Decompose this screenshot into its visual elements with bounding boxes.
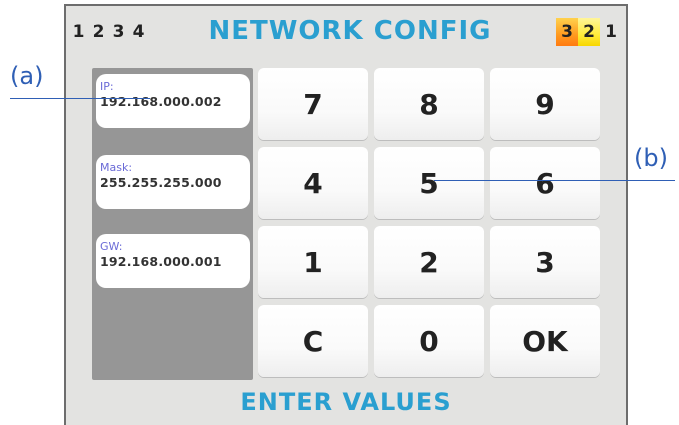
callout-b-label: (b) <box>634 144 668 172</box>
key-7-button[interactable]: 7 <box>258 68 368 140</box>
callout-a-line <box>10 98 150 99</box>
key-3-button[interactable]: 3 <box>490 226 600 298</box>
key-1-button[interactable]: 1 <box>258 226 368 298</box>
ip-value: 192.168.000.002 <box>100 94 222 109</box>
right-tab-numbers: 3 2 1 <box>556 18 622 46</box>
mask-value: 255.255.255.000 <box>100 175 222 190</box>
key-5-button[interactable]: 5 <box>374 147 484 219</box>
status-footer: ENTER VALUES <box>240 388 452 416</box>
key-0-button[interactable]: 0 <box>374 305 484 377</box>
figure: 1 2 3 4 NETWORK CONFIG 3 2 1 IP: 192.168… <box>0 0 679 425</box>
right-tab-2-badge[interactable]: 2 <box>578 18 600 46</box>
mask-field[interactable]: Mask: 255.255.255.000 <box>96 155 250 209</box>
mask-label: Mask: <box>100 161 133 174</box>
left-tab-2[interactable]: 2 <box>92 22 105 42</box>
left-tab-1[interactable]: 1 <box>72 22 85 42</box>
key-6-button[interactable]: 6 <box>490 147 600 219</box>
ip-field[interactable]: IP: 192.168.000.002 <box>96 74 250 128</box>
ok-button[interactable]: OK <box>490 305 600 377</box>
right-tab-3-badge[interactable]: 3 <box>556 18 578 46</box>
gw-field[interactable]: GW: 192.168.000.001 <box>96 234 250 288</box>
key-9-button[interactable]: 9 <box>490 68 600 140</box>
right-tab-1[interactable]: 1 <box>600 22 622 42</box>
left-tab-3[interactable]: 3 <box>112 22 125 42</box>
key-2-button[interactable]: 2 <box>374 226 484 298</box>
left-tab-numbers: 1 2 3 4 <box>72 22 145 42</box>
key-clear-button[interactable]: C <box>258 305 368 377</box>
key-4-button[interactable]: 4 <box>258 147 368 219</box>
callout-a-label: (a) <box>10 62 44 90</box>
page-title: NETWORK CONFIG <box>208 16 492 46</box>
gw-value: 192.168.000.001 <box>100 254 222 269</box>
left-tab-4[interactable]: 4 <box>132 22 145 42</box>
gw-label: GW: <box>100 240 123 253</box>
callout-b-line <box>434 180 675 181</box>
key-8-button[interactable]: 8 <box>374 68 484 140</box>
ip-label: IP: <box>100 80 114 93</box>
